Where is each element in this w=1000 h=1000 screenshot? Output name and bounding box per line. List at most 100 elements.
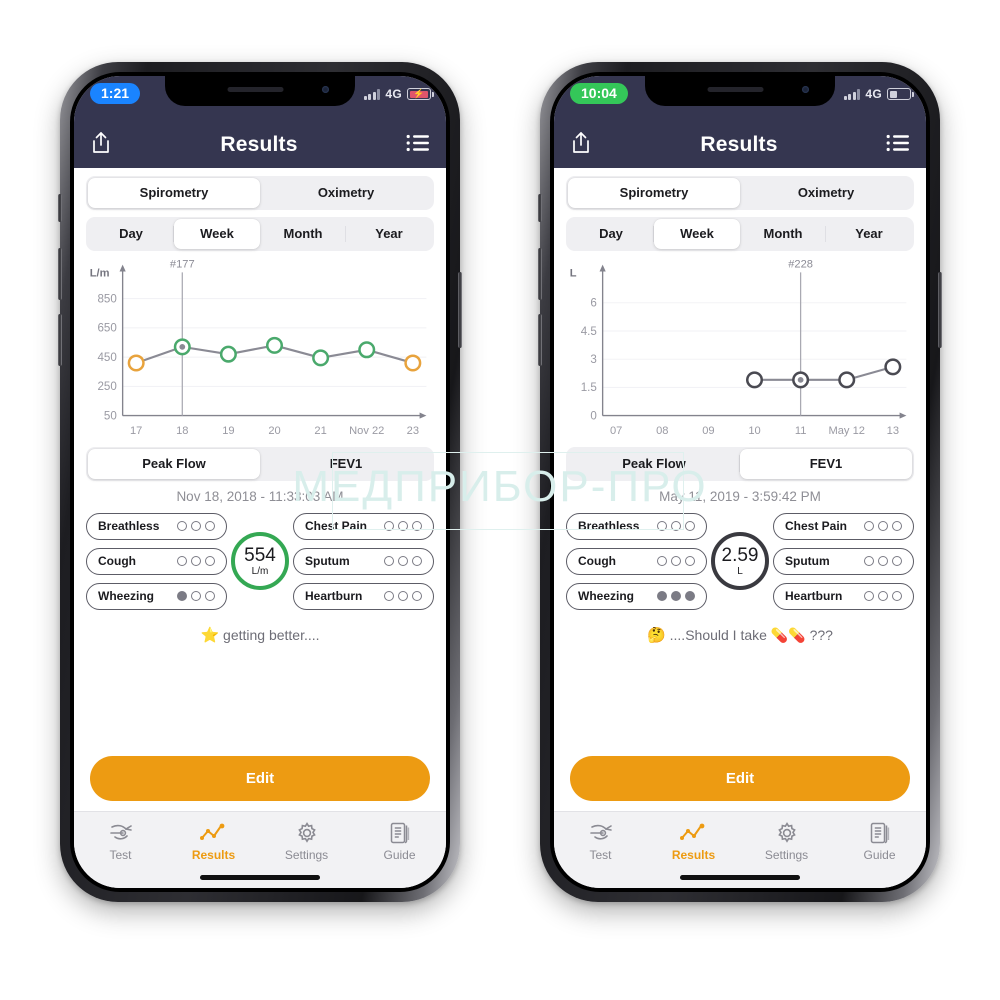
mode-segment-option-spirometry[interactable]: Spirometry [88, 178, 260, 208]
severity-dot[interactable] [671, 555, 681, 566]
mode-segment[interactable]: Spirometry Oximetry [86, 176, 434, 210]
symptom-cough[interactable]: Cough [86, 547, 227, 575]
list-view-button[interactable] [406, 134, 430, 157]
range-segment-option-month[interactable]: Month [260, 219, 346, 249]
tab-guide[interactable]: Guide [833, 821, 926, 862]
mode-segment-option-oximetry[interactable]: Oximetry [260, 178, 432, 208]
severity-dot[interactable] [657, 555, 667, 566]
range-segment-option-year[interactable]: Year [346, 219, 432, 249]
volume-down-button[interactable] [538, 314, 542, 366]
severity-dot[interactable] [412, 590, 422, 601]
list-view-button[interactable] [886, 134, 910, 157]
severity-dot[interactable] [384, 590, 394, 601]
range-segment[interactable]: Day Week Month Year [566, 217, 914, 251]
severity-dot[interactable] [412, 555, 422, 566]
severity-dot[interactable] [205, 590, 215, 601]
tab-guide[interactable]: Guide [353, 821, 446, 862]
range-segment-option-month[interactable]: Month [740, 219, 826, 249]
severity-dot[interactable] [398, 555, 408, 566]
tab-test[interactable]: Test [554, 821, 647, 862]
severity-dot[interactable] [191, 555, 201, 566]
severity-dot[interactable] [892, 520, 902, 531]
severity-dot[interactable] [864, 590, 874, 601]
severity-dots[interactable] [864, 555, 902, 566]
tab-results[interactable]: Results [647, 821, 740, 862]
power-button[interactable] [458, 272, 462, 348]
mode-segment-option-oximetry[interactable]: Oximetry [740, 178, 912, 208]
mute-switch[interactable] [538, 194, 542, 222]
range-segment-option-day[interactable]: Day [88, 219, 174, 249]
severity-dots[interactable] [177, 590, 215, 601]
severity-dots[interactable] [657, 555, 695, 566]
home-indicator[interactable] [680, 874, 800, 880]
metric-segment-option-peak-flow[interactable]: Peak Flow [88, 448, 260, 479]
symptom-chest-pain[interactable]: Chest Pain [773, 512, 914, 540]
chart-container[interactable]: L 6 4.5 3 1.5 0 #228 07 08 09 10 11 May 12 13 [554, 251, 926, 445]
volume-down-button[interactable] [58, 314, 62, 366]
tab-settings[interactable]: Settings [740, 821, 833, 862]
range-segment-option-week[interactable]: Week [174, 219, 260, 249]
severity-dot[interactable] [685, 555, 695, 566]
status-time-pill[interactable]: 1:21 [90, 83, 141, 104]
severity-dots[interactable] [657, 590, 695, 601]
severity-dot[interactable] [671, 590, 681, 601]
share-button[interactable] [570, 131, 592, 160]
severity-dot[interactable] [878, 555, 888, 566]
severity-dot[interactable] [892, 590, 902, 601]
metric-segment-option-fev1[interactable]: FEV1 [740, 448, 912, 479]
severity-dot[interactable] [384, 555, 394, 566]
volume-up-button[interactable] [58, 248, 62, 300]
severity-dot[interactable] [177, 520, 187, 531]
severity-dot[interactable] [892, 555, 902, 566]
volume-up-button[interactable] [538, 248, 542, 300]
symptom-wheezing[interactable]: Wheezing [86, 582, 227, 610]
power-button[interactable] [938, 272, 942, 348]
severity-dots[interactable] [864, 590, 902, 601]
severity-dots[interactable] [864, 520, 902, 531]
status-time-pill[interactable]: 10:04 [570, 83, 628, 104]
tab-results[interactable]: Results [167, 821, 260, 862]
mode-segment[interactable]: Spirometry Oximetry [566, 176, 914, 210]
chart-container[interactable]: L/m 850 650 450 250 50 #177 17 18 19 20 21 Nov 22 23 [74, 251, 446, 445]
severity-dot[interactable] [657, 590, 667, 601]
results-chart[interactable]: L/m 850 650 450 250 50 #177 17 18 19 20 21 Nov 22 23 [82, 255, 438, 445]
symptom-heartburn[interactable]: Heartburn [293, 582, 434, 610]
symptom-heartburn[interactable]: Heartburn [773, 582, 914, 610]
severity-dot[interactable] [878, 590, 888, 601]
range-segment-option-year[interactable]: Year [826, 219, 912, 249]
symptom-sputum[interactable]: Sputum [293, 547, 434, 575]
edit-button[interactable]: Edit [570, 756, 910, 801]
severity-dot[interactable] [864, 520, 874, 531]
symptom-sputum[interactable]: Sputum [773, 547, 914, 575]
mute-switch[interactable] [58, 194, 62, 222]
severity-dot[interactable] [205, 555, 215, 566]
tab-bar[interactable]: Test Results Settings Guide [554, 811, 926, 866]
severity-dot[interactable] [685, 590, 695, 601]
share-button[interactable] [90, 131, 112, 160]
range-segment-option-week[interactable]: Week [654, 219, 740, 249]
severity-dot[interactable] [398, 590, 408, 601]
range-segment[interactable]: Day Week Month Year [86, 217, 434, 251]
severity-dot[interactable] [878, 520, 888, 531]
severity-dots[interactable] [177, 520, 215, 531]
tab-bar[interactable]: Test Results Settings Guide [74, 811, 446, 866]
range-segment-option-day[interactable]: Day [568, 219, 654, 249]
severity-dot[interactable] [191, 590, 201, 601]
severity-dot[interactable] [177, 555, 187, 566]
severity-dot[interactable] [191, 520, 201, 531]
results-chart[interactable]: L 6 4.5 3 1.5 0 #228 07 08 09 10 11 May 12 13 [562, 255, 918, 445]
symptom-cough[interactable]: Cough [566, 547, 707, 575]
mode-segment-option-spirometry[interactable]: Spirometry [568, 178, 740, 208]
severity-dot[interactable] [177, 590, 187, 601]
tab-test[interactable]: Test [74, 821, 167, 862]
severity-dots[interactable] [384, 555, 422, 566]
edit-button[interactable]: Edit [90, 756, 430, 801]
severity-dot[interactable] [685, 520, 695, 531]
symptom-breathless[interactable]: Breathless [86, 512, 227, 540]
severity-dots[interactable] [384, 590, 422, 601]
tab-settings[interactable]: Settings [260, 821, 353, 862]
home-indicator[interactable] [200, 874, 320, 880]
severity-dot[interactable] [864, 555, 874, 566]
severity-dot[interactable] [205, 520, 215, 531]
symptom-wheezing[interactable]: Wheezing [566, 582, 707, 610]
